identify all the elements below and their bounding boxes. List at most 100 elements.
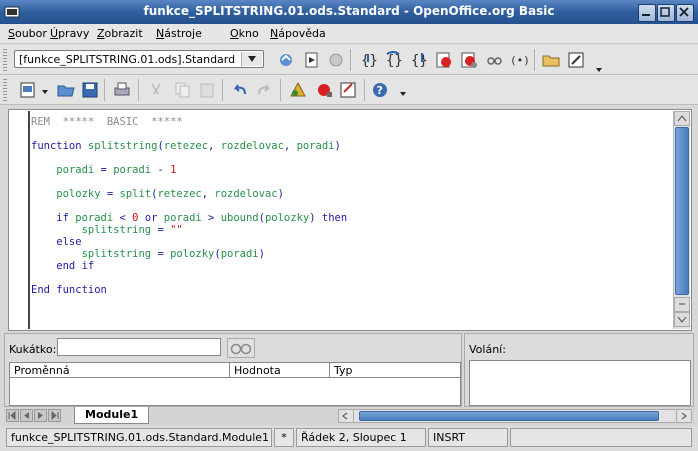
dialog-icon[interactable]: [338, 80, 358, 100]
menu-nastroje[interactable]: Nástroje: [156, 27, 202, 40]
title-bar[interactable]: funkce_SPLITSTRING.01.ods.Standard - Ope…: [0, 0, 698, 24]
chevron-down-icon[interactable]: [40, 84, 50, 104]
save-icon[interactable]: [80, 80, 100, 100]
tab-module1[interactable]: Module1: [74, 407, 150, 424]
redo-icon[interactable]: [254, 80, 274, 100]
next-icon: [38, 412, 43, 419]
horizontal-scrollbar[interactable]: [338, 409, 692, 423]
calls-label: Volání:: [469, 343, 506, 356]
step-out-icon[interactable]: {}: [408, 50, 428, 70]
menu-soubor[interactable]: Soubor: [8, 27, 47, 40]
menu-okno[interactable]: Okno: [230, 27, 259, 40]
record-macro-icon[interactable]: [314, 80, 334, 100]
help-icon[interactable]: ?: [370, 80, 390, 100]
toolbar-overflow-icon[interactable]: [594, 56, 604, 76]
svg-text:{}: {}: [361, 53, 378, 69]
calls-list[interactable]: [469, 360, 691, 406]
scroll-down-button[interactable]: [674, 312, 690, 327]
code-token: ,: [201, 188, 215, 200]
code-editor[interactable]: REM ***** BASIC ***** function splitstrin…: [8, 109, 692, 331]
code-token: splitstring: [87, 140, 158, 152]
code-token: polozky: [170, 248, 215, 260]
code-line[interactable]: if poradi < 0 or poradi > ubound(polozky…: [31, 212, 347, 224]
open-icon[interactable]: [56, 80, 76, 100]
step-into-icon[interactable]: {}: [358, 50, 378, 70]
first-icon: [8, 410, 16, 421]
toolbar-separator: [364, 79, 365, 101]
toolbar-overflow-icon[interactable]: [398, 86, 408, 106]
chevron-right-icon: [681, 412, 687, 420]
step-over-icon[interactable]: {}: [383, 50, 403, 70]
stop-icon[interactable]: [326, 50, 346, 70]
tab-prev-button[interactable]: [20, 409, 33, 422]
watch-input[interactable]: [57, 338, 221, 356]
code-line[interactable]: function splitstring(retezec, rozdelovac…: [31, 140, 341, 152]
breakpoint-icon[interactable]: [434, 50, 454, 70]
object-catalog-icon[interactable]: [288, 80, 308, 100]
code-token: =: [151, 224, 171, 236]
macros-icon[interactable]: (•): [508, 50, 528, 70]
svg-text:(•): (•): [510, 54, 528, 67]
code-token: ): [334, 140, 341, 152]
toolbar-grip[interactable]: [3, 79, 7, 101]
code-line[interactable]: splitstring = polozky(poradi): [31, 248, 265, 260]
open-folder-icon[interactable]: [541, 50, 561, 70]
code-line[interactable]: End function: [31, 284, 107, 296]
tab-last-button[interactable]: [48, 409, 61, 422]
vertical-scroll-thumb[interactable]: [675, 127, 689, 295]
status-insert-mode[interactable]: INSRT: [428, 428, 508, 447]
toolbar-grip[interactable]: [3, 49, 7, 71]
horizontal-scroll-thumb[interactable]: [359, 411, 659, 421]
column-header-value[interactable]: Hodnota: [230, 363, 330, 378]
close-button[interactable]: [676, 4, 694, 22]
new-document-icon[interactable]: [18, 80, 38, 100]
vertical-scrollbar[interactable]: [673, 111, 690, 329]
copy-icon[interactable]: [172, 80, 192, 100]
menu-zobrazit[interactable]: Zobrazit: [97, 27, 143, 40]
enable-watch-icon[interactable]: [484, 50, 504, 70]
column-header-variable[interactable]: Proměnná: [10, 363, 230, 378]
toolbar-separator: [350, 49, 351, 71]
tab-first-button[interactable]: [6, 409, 19, 422]
code-line[interactable]: polozky = split(retezec, rozdelovac): [31, 188, 284, 200]
code-token: split: [119, 188, 152, 200]
chevron-up-icon: [677, 115, 687, 122]
undo-icon[interactable]: [230, 80, 250, 100]
watch-glasses-icon[interactable]: [227, 338, 255, 358]
select-module-icon[interactable]: [566, 50, 586, 70]
code-line[interactable]: REM ***** BASIC *****: [31, 116, 183, 128]
menu-upravy[interactable]: Úpravy: [50, 27, 89, 40]
maximize-button[interactable]: [657, 4, 675, 22]
library-select[interactable]: [funkce_SPLITSTRING.01.ods].Standard: [14, 50, 264, 68]
chevron-down-icon: [677, 316, 687, 323]
code-line[interactable]: poradi = poradi - 1: [31, 164, 176, 176]
cut-icon[interactable]: [146, 80, 166, 100]
minus-icon: [679, 303, 685, 305]
run-icon[interactable]: [302, 50, 322, 70]
svg-text:?: ?: [377, 84, 383, 97]
line-gutter[interactable]: [10, 111, 30, 329]
scroll-left-button[interactable]: [339, 410, 354, 422]
code-token: poradi: [163, 212, 202, 224]
scroll-right-button[interactable]: [676, 410, 691, 422]
print-icon[interactable]: [112, 80, 132, 100]
scroll-up-button[interactable]: [674, 111, 690, 126]
paste-icon[interactable]: [197, 80, 217, 100]
tab-next-button[interactable]: [34, 409, 47, 422]
menu-napoveda[interactable]: Nápověda: [270, 27, 326, 40]
scroll-page-button[interactable]: [674, 297, 690, 312]
compile-icon[interactable]: [276, 50, 296, 70]
code-area[interactable]: REM ***** BASIC ***** function splitstrin…: [31, 112, 671, 328]
manage-breakpoints-icon[interactable]: [459, 50, 479, 70]
code-token: then: [321, 212, 348, 224]
column-header-type[interactable]: Typ: [330, 363, 460, 378]
status-empty: [510, 428, 692, 447]
code-line[interactable]: end if: [31, 260, 94, 272]
status-position: Řádek 2, Sloupec 1: [296, 428, 426, 447]
minimize-button[interactable]: [638, 4, 656, 22]
library-dropdown-button[interactable]: [241, 52, 262, 66]
code-line[interactable]: splitstring = "": [31, 224, 183, 236]
code-line[interactable]: else: [31, 236, 81, 248]
watch-table[interactable]: Proměnná Hodnota Typ: [9, 362, 461, 406]
